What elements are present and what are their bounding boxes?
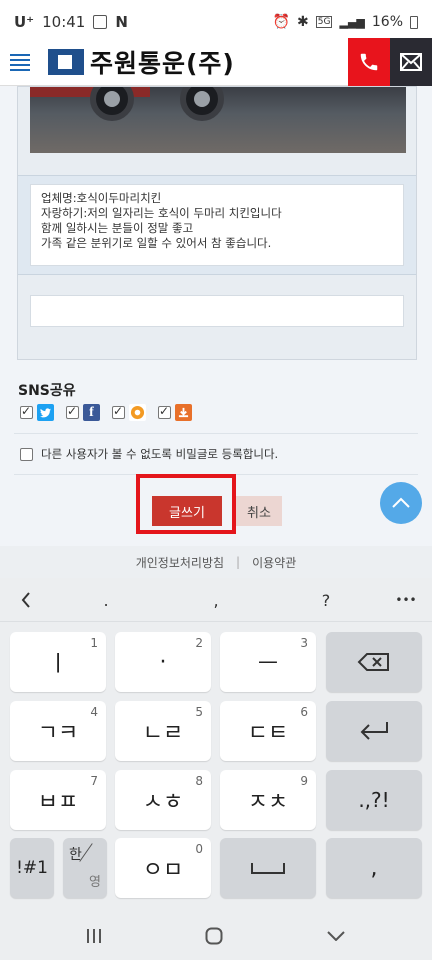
download-icon[interactable] <box>175 404 192 421</box>
twitter-checkbox[interactable] <box>20 404 33 419</box>
key-d-t[interactable]: 6 ㄷㅌ <box>220 701 316 761</box>
key-s-h[interactable]: 8 ㅅㅎ <box>115 770 211 830</box>
post-photo <box>30 87 406 153</box>
system-navigation-bar <box>0 912 432 960</box>
backspace-key[interactable] <box>326 632 422 692</box>
toolbar-comma[interactable]: , <box>196 578 236 622</box>
post-text-line: 업체명:호식이두마리치킨 <box>41 191 162 205</box>
post-text-line: 자랑하기:저의 일자리는 호식이 두마리 치킨입니다 <box>41 206 282 220</box>
enter-key[interactable] <box>326 701 422 761</box>
recent-apps-button[interactable] <box>64 912 124 960</box>
divider <box>14 433 418 434</box>
toolbar-question[interactable]: ? <box>306 578 346 622</box>
post-text-line: 함께 일하시는 분들이 정말 좋고 <box>41 221 194 235</box>
signal-icon: ▂▄▆ <box>339 15 365 29</box>
mail-button[interactable] <box>390 38 432 86</box>
privacy-policy-link[interactable]: 개인정보처리방침 <box>136 554 224 571</box>
cancel-button[interactable]: 취소 <box>236 496 282 526</box>
lang-english-label: 영 <box>89 875 101 890</box>
write-button[interactable]: 글쓰기 <box>152 496 222 526</box>
hamburger-menu-button[interactable] <box>0 38 40 86</box>
keyboard-back-button[interactable] <box>6 578 46 622</box>
space-key[interactable] <box>220 838 316 898</box>
clock: 10:41 <box>42 13 86 31</box>
bluetooth-icon: ✱ <box>297 14 309 30</box>
sns-item-kakaostory <box>112 404 146 421</box>
alarm-icon: ⏰ <box>272 14 291 30</box>
post-card: 업체명:호식이두마리치킨 자랑하기:저의 일자리는 호식이 두마리 치킨입니다 … <box>17 86 417 360</box>
facebook-checkbox[interactable] <box>66 404 79 419</box>
scroll-to-top-button[interactable] <box>380 482 422 524</box>
app-header: 주원통운(주) <box>0 38 432 86</box>
sns-item-facebook: f <box>66 404 100 421</box>
battery-icon <box>410 15 418 29</box>
company-logo[interactable]: 주원통운(주) <box>48 44 235 80</box>
home-button[interactable] <box>184 912 244 960</box>
punctuation-key[interactable]: .,?! <box>326 770 422 830</box>
chevron-up-icon <box>392 497 410 508</box>
key-dot[interactable]: 2 · <box>115 632 211 692</box>
sns-item-twitter <box>20 404 54 421</box>
post-text-line: 가족 같은 분위기로 일할 수 있어서 참 좋습니다. <box>41 236 272 250</box>
sns-item-download <box>158 404 192 421</box>
recent-apps-icon <box>87 929 101 943</box>
home-icon <box>205 927 223 945</box>
back-button[interactable] <box>306 912 366 960</box>
footer-separator: | <box>236 555 241 569</box>
secret-post-label: 다른 사용자가 볼 수 없도록 비밀글로 등록합니다. <box>41 447 279 461</box>
key-eu[interactable]: 3 ㅡ <box>220 632 316 692</box>
backspace-icon <box>357 653 389 671</box>
call-button[interactable] <box>348 38 390 86</box>
post-content-area: 업체명:호식이두마리치킨 자랑하기:저의 일자리는 호식이 두마리 치킨입니다 … <box>0 86 432 546</box>
n-notification-icon: N <box>115 13 128 31</box>
toolbar-period[interactable]: . <box>86 578 126 622</box>
battery-percent: 16% <box>371 14 403 30</box>
mail-icon <box>400 53 422 71</box>
key-b-p[interactable]: 7 ㅂㅍ <box>10 770 106 830</box>
comment-input[interactable] <box>30 295 404 327</box>
enter-icon <box>360 722 388 740</box>
key-g-k[interactable]: 4 ㄱㅋ <box>10 701 106 761</box>
phone-icon <box>360 53 378 71</box>
key-j-ch[interactable]: 9 ㅈㅊ <box>220 770 316 830</box>
gallery-notification-icon <box>93 15 108 29</box>
download-checkbox[interactable] <box>158 404 171 419</box>
lte-icon: 5G <box>315 16 333 28</box>
language-switch-key[interactable]: 한 영 <box>63 838 107 898</box>
space-icon <box>251 863 285 874</box>
secret-post-checkbox[interactable] <box>20 447 33 461</box>
post-text-section: 업체명:호식이두마리치킨 자랑하기:저의 일자리는 호식이 두마리 치킨입니다 … <box>18 175 416 275</box>
secret-post-option: 다른 사용자가 볼 수 없도록 비밀글로 등록합니다. <box>20 446 278 462</box>
sns-share-title: SNS공유 <box>18 383 76 399</box>
company-name: 주원통운(주) <box>90 48 235 78</box>
twitter-icon[interactable] <box>37 404 54 421</box>
korean-keyboard: 1 ㅣ 2 · 3 ㅡ 4 ㄱㅋ 5 ㄴㄹ 6 ㄷㅌ 7 ㅂㅍ 8 ㅅㅎ 9 ㅈ… <box>0 622 432 912</box>
carrier-label: U⁺ <box>14 13 35 31</box>
key-o-m[interactable]: 0 ㅇㅁ <box>115 838 211 898</box>
toolbar-more[interactable]: ••• <box>384 578 428 622</box>
comma-key[interactable]: , <box>326 838 422 898</box>
kakaostory-checkbox[interactable] <box>112 404 125 419</box>
key-n-r[interactable]: 5 ㄴㄹ <box>115 701 211 761</box>
chevron-down-icon <box>327 931 345 941</box>
kakaostory-icon[interactable] <box>129 404 146 421</box>
terms-link[interactable]: 이용약관 <box>252 554 296 571</box>
keyboard-toolbar: . , ? ••• <box>0 578 432 622</box>
footer-links: 개인정보처리방침 | 이용약관 <box>0 546 432 578</box>
chevron-left-icon <box>21 592 30 608</box>
post-text-box: 업체명:호식이두마리치킨 자랑하기:저의 일자리는 호식이 두마리 치킨입니다 … <box>30 184 404 266</box>
sns-share-row: f <box>20 404 192 421</box>
facebook-icon[interactable]: f <box>83 404 100 421</box>
hamburger-menu-icon <box>10 53 30 71</box>
company-logo-mark-icon <box>48 48 84 75</box>
key-i[interactable]: 1 ㅣ <box>10 632 106 692</box>
symbols-key[interactable]: !#1 <box>10 838 54 898</box>
